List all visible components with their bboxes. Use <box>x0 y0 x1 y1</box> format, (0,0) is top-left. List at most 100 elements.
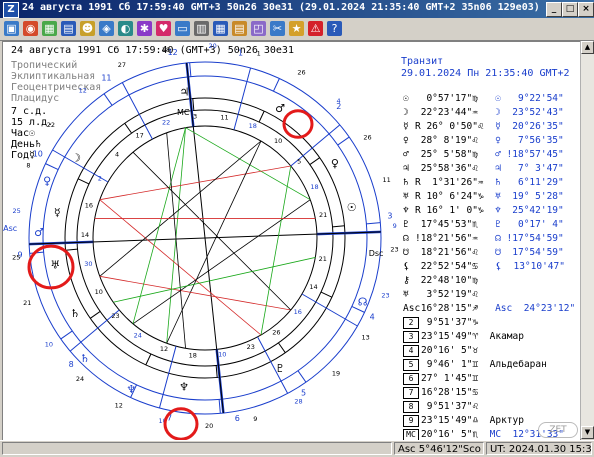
transit-position: 13°10'47" <box>507 261 565 272</box>
planet-symbol: ☊ <box>403 233 409 244</box>
transit-position: 25°42'19" <box>506 205 564 216</box>
house-cusp: 20°16' 5"♏ <box>421 429 490 440</box>
grid-icon[interactable]: ▦ <box>213 21 228 36</box>
planet-symbol: ♃ <box>403 163 409 174</box>
calendar-icon[interactable]: ▤ <box>61 21 76 36</box>
map-icon[interactable]: ▦ <box>42 21 57 36</box>
sign-divider <box>332 225 345 228</box>
planet-row[interactable]: ♆ R 16° 1' 0"♑ ♆ 25°42'19" <box>403 204 575 218</box>
heart-icon[interactable]: ♥ <box>156 21 171 36</box>
degree-label: 16 <box>85 202 93 210</box>
house-row[interactable]: 2 9°51'37"♑ <box>403 316 575 330</box>
transit-sign-divider <box>60 330 73 340</box>
transit-position: 7° 3'47" <box>506 163 564 174</box>
transit-symbol: ⚸ <box>495 261 508 272</box>
transit-symbol: ♆ <box>495 205 507 216</box>
chart-icon[interactable]: ◈ <box>99 21 114 36</box>
degree-label: 26 <box>363 133 371 141</box>
planet-row[interactable]: ♀ 28° 8'19"♌ ♀ 7°56'35" <box>403 134 575 148</box>
transit-symbol: ♃ <box>495 163 507 174</box>
planet-table: ☉ 0°57'17"♍ ☉ 9°22'54" ☽ 22°23'44"♒ ☽ 23°… <box>403 92 575 440</box>
minimize-button[interactable]: _ <box>546 2 562 17</box>
warning-icon[interactable]: ⚠ <box>308 21 323 36</box>
house-cusp: 23°15'49"♈ <box>421 331 490 342</box>
house-row[interactable]: 3 23°15'49"♈ Акамар <box>403 330 575 344</box>
aspect-line <box>260 165 292 336</box>
transit-position: 20°26'35" <box>506 121 564 132</box>
compare-icon[interactable]: ◐ <box>118 21 133 36</box>
degree-label: 14 <box>81 231 89 239</box>
house-number: 6 <box>403 373 419 385</box>
planet-row[interactable]: ☋ 18°21'56"♌ ☋ 17°54'59" <box>403 246 575 260</box>
doc-icon[interactable]: ▤ <box>232 21 247 36</box>
close-button[interactable]: × <box>578 2 594 17</box>
globe-icon[interactable]: ◉ <box>23 21 38 36</box>
star-icon[interactable]: ★ <box>289 21 304 36</box>
open-icon[interactable]: ▣ <box>4 21 19 36</box>
degree-label: 2 <box>98 174 102 182</box>
planet-row[interactable]: ☽ 22°23'44"♒ ☽ 23°52'43" <box>403 106 575 120</box>
sign-divider <box>320 291 333 298</box>
planet-row[interactable]: ⚷ 22°48'10"♍ <box>403 274 575 288</box>
planet-symbol: ♂ <box>403 149 409 160</box>
natal-position: R 1°31'26"♒ <box>415 177 496 188</box>
window-icon[interactable]: ▭ <box>175 21 190 36</box>
degree-label: 23 <box>390 245 398 253</box>
chart-icon-2[interactable]: ◰ <box>251 21 266 36</box>
planet-row[interactable]: ♃ 25°58'36"♌ ♃ 7° 3'47" <box>403 162 575 176</box>
vertical-scrollbar[interactable]: ▲ ▼ <box>580 41 594 439</box>
planet-row[interactable]: ☿ R 26° 0'50"♌ ☿ 20°26'35" <box>403 120 575 134</box>
planet-row[interactable]: ⚸ 22°52'54"♋ ⚸ 13°10'47" <box>403 260 575 274</box>
planet-row[interactable]: ♄ R 1°31'26"♒ ♄ 6°11'29" <box>403 176 575 190</box>
house-row[interactable]: 7 16°28'15"♋ <box>403 386 575 400</box>
natal-position: 28° 8'19"♌ <box>415 135 496 146</box>
natal-position: R 16° 1' 0"♑ <box>415 205 496 216</box>
planet-symbol: ⚸ <box>403 261 410 272</box>
house-number-label: 3 <box>387 212 392 221</box>
planet-row[interactable]: ♅ 3°52'19"♌ <box>403 288 575 302</box>
scroll-down-button[interactable]: ▼ <box>581 426 594 439</box>
maximize-button[interactable]: □ <box>562 2 578 17</box>
scroll-up-button[interactable]: ▲ <box>581 41 594 54</box>
house-cusp: 9°51'37"♌ <box>421 401 490 412</box>
status-ut: UT: 2024.01.30 15:38:50 <box>486 442 592 455</box>
planet-glyph: ☽ <box>71 151 81 164</box>
axis-label: Dsc <box>369 249 384 258</box>
aspect-line <box>99 165 291 201</box>
people-icon[interactable]: ☻ <box>80 21 95 36</box>
help-icon[interactable]: ? <box>327 21 342 36</box>
zet-badge[interactable]: ZET <box>538 422 578 438</box>
tools-icon[interactable]: ✂ <box>270 21 285 36</box>
natal-wheel[interactable]: 9101112 12345678☽♂♃♅♆♇♀♄☿ ☉♂♀☊♄♆9211118265… <box>3 42 403 440</box>
planet-row[interactable]: ☊ !18°21'56"♒ ☊ !17°54'59" <box>403 232 575 246</box>
table-icon[interactable]: ▥ <box>194 21 209 36</box>
degree-label: 26 <box>297 68 305 76</box>
house-number-label: 8 <box>69 360 74 369</box>
planet-row[interactable]: ☉ 0°57'17"♍ ☉ 9°22'54" <box>403 92 575 106</box>
aspect-line <box>166 132 186 349</box>
transit-sign-divider <box>45 163 59 170</box>
house-row[interactable]: 6 27° 1'45"♊ <box>403 372 575 386</box>
planet-glyph: ♀ <box>43 175 51 188</box>
natal-position: 18°21'56"♌ <box>415 247 496 258</box>
degree-label: 17 <box>136 131 144 139</box>
house-row[interactable]: 4 20°16' 5"♉ <box>403 344 575 358</box>
planet-glyph: ♅ <box>50 258 60 271</box>
natal-position: R 26° 0'50"♌ <box>415 121 496 132</box>
degree-label: 10 <box>95 288 103 296</box>
planet-row[interactable]: Asc 16°28'15"♐ Asc 24°23'12" <box>403 302 575 316</box>
house-number-label: 5 <box>301 389 306 398</box>
settings-icon[interactable]: ✱ <box>137 21 152 36</box>
natal-position: 22°23'44"♒ <box>415 107 496 118</box>
degree-label: 23 <box>247 343 255 351</box>
house-row[interactable]: 5 9°46' 1"♊ Альдебаран <box>403 358 575 372</box>
planet-row[interactable]: ♂ 25° 5'58"♍ ♂ !18°57'45" <box>403 148 575 162</box>
planet-row[interactable]: ♇ 17°45'53"♏ ♇ 0°17' 4" <box>403 218 575 232</box>
planet-glyph: ♇ <box>275 362 285 375</box>
house-number: 7 <box>403 387 419 399</box>
degree-label: 20 <box>205 422 213 430</box>
sign-divider <box>145 353 152 366</box>
fixed-star: Акамар <box>489 331 524 342</box>
house-row[interactable]: 8 9°51'37"♌ <box>403 400 575 414</box>
planet-row[interactable]: ♅ R 10° 6'24"♑ ♅ 19° 5'28" <box>403 190 575 204</box>
